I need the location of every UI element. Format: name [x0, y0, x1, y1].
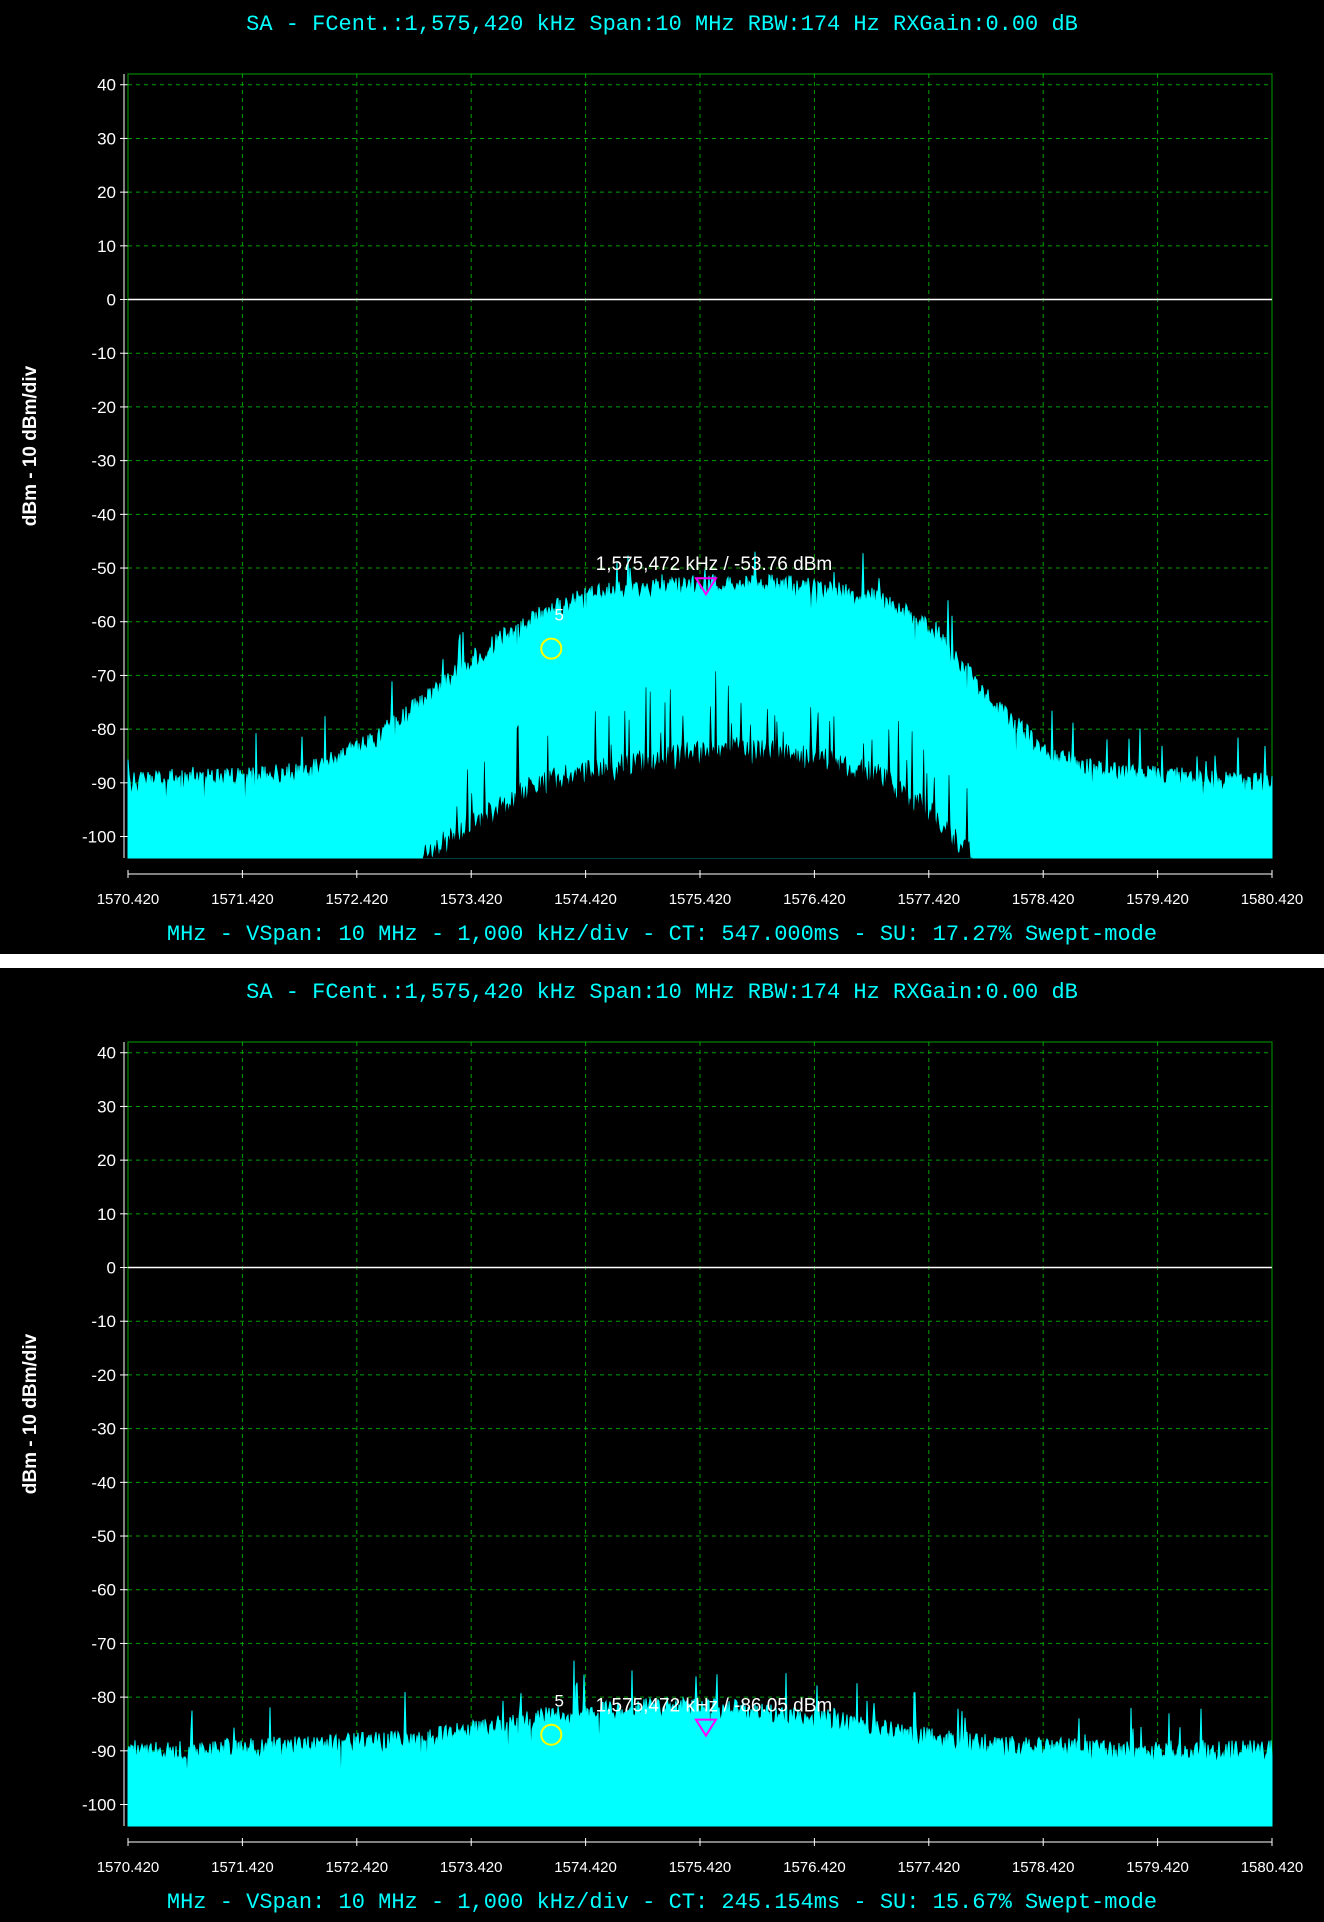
spectrum-plot-1: 40 30 20 10 0 -10 -20 -30 -40 -50 -60 -70 -80 -90 -100… — [82, 73, 1304, 908]
x-tick-label: 1576.420 — [783, 1859, 846, 1876]
y-tick-label: -30 — [91, 452, 116, 471]
x-tick-label: 1573.420 — [440, 891, 503, 908]
y-tick-label: 20 — [97, 183, 116, 202]
y-tick-label: -90 — [91, 1742, 116, 1761]
spectrum-plot-2: 40 30 20 10 0 -10 -20 -30 -40 -50 -60 -70 -80 -90 -100… — [82, 1041, 1304, 1876]
x-tick-label: 1580.420 — [1241, 891, 1304, 908]
x-tick-label: 1579.420 — [1126, 1859, 1189, 1876]
spectrum-panel-2: SA - FCent.:1,575,420 kHz Span:10 MHz RB… — [0, 968, 1324, 1922]
y-tick-label: 40 — [97, 76, 116, 95]
y-tick-label: -100 — [82, 828, 116, 847]
x-tick-label: 1571.420 — [211, 1859, 274, 1876]
marker-label: 1,575,472 kHz / -86.05 dBm — [596, 1696, 833, 1717]
x-tick-label: 1579.420 — [1126, 891, 1189, 908]
x-tick-label: 1572.420 — [326, 891, 389, 908]
y-tick-label: -20 — [91, 1366, 116, 1385]
y-tick-label: 40 — [97, 1044, 116, 1063]
cursor-label: 5 — [555, 1692, 564, 1711]
y-tick-label: -70 — [91, 1634, 116, 1653]
x-tick-label: 1571.420 — [211, 891, 274, 908]
x-tick-label: 1573.420 — [440, 1859, 503, 1876]
chart-footer: MHz - VSpan: 10 MHz - 1,000 kHz/div - CT… — [166, 1890, 1158, 1915]
y-tick-label: 10 — [97, 237, 116, 256]
y-tick-label: 20 — [97, 1151, 116, 1170]
x-tick-label: 1578.420 — [1012, 891, 1075, 908]
x-tick-label: 1570.420 — [97, 891, 160, 908]
y-tick-label: -50 — [91, 1527, 116, 1546]
y-tick-label: -70 — [91, 666, 116, 685]
y-tick-label: 10 — [97, 1205, 116, 1224]
x-tick-label: 1577.420 — [898, 891, 961, 908]
x-tick-label: 1577.420 — [898, 1859, 961, 1876]
y-tick-label: -80 — [91, 720, 116, 739]
chart-footer: MHz - VSpan: 10 MHz - 1,000 kHz/div - CT… — [166, 922, 1158, 947]
y-tick-label: -100 — [82, 1796, 116, 1815]
y-tick-label: -40 — [91, 505, 116, 524]
y-tick-label: 30 — [97, 1097, 116, 1116]
cursor-label: 5 — [555, 606, 564, 625]
y-tick-label: -10 — [91, 344, 116, 363]
y-tick-label: -50 — [91, 559, 116, 578]
x-tick-label: 1570.420 — [97, 1859, 160, 1876]
y-tick-label: -80 — [91, 1688, 116, 1707]
x-tick-label: 1576.420 — [783, 891, 846, 908]
x-tick-label: 1575.420 — [669, 891, 732, 908]
x-tick-label: 1574.420 — [554, 891, 617, 908]
y-tick-label: 30 — [97, 129, 116, 148]
spectrum-panel-1: SA - FCent.:1,575,420 kHz Span:10 MHz RB… — [0, 0, 1324, 954]
x-tick-label: 1580.420 — [1241, 1859, 1304, 1876]
x-tick-label: 1578.420 — [1012, 1859, 1075, 1876]
x-tick-label: 1572.420 — [326, 1859, 389, 1876]
x-tick-label: 1575.420 — [669, 1859, 732, 1876]
marker-label: 1,575,472 kHz / -53.76 dBm — [596, 554, 833, 575]
y-tick-label: -60 — [91, 613, 116, 632]
y-tick-label: -30 — [91, 1420, 116, 1439]
y-tick-label: 0 — [107, 291, 116, 310]
y-tick-label: -20 — [91, 398, 116, 417]
y-tick-label: -60 — [91, 1581, 116, 1600]
y-tick-label: -90 — [91, 774, 116, 793]
y-tick-label: -40 — [91, 1473, 116, 1492]
y-tick-label: 0 — [107, 1259, 116, 1278]
y-tick-label: -10 — [91, 1312, 116, 1331]
x-tick-label: 1574.420 — [554, 1859, 617, 1876]
